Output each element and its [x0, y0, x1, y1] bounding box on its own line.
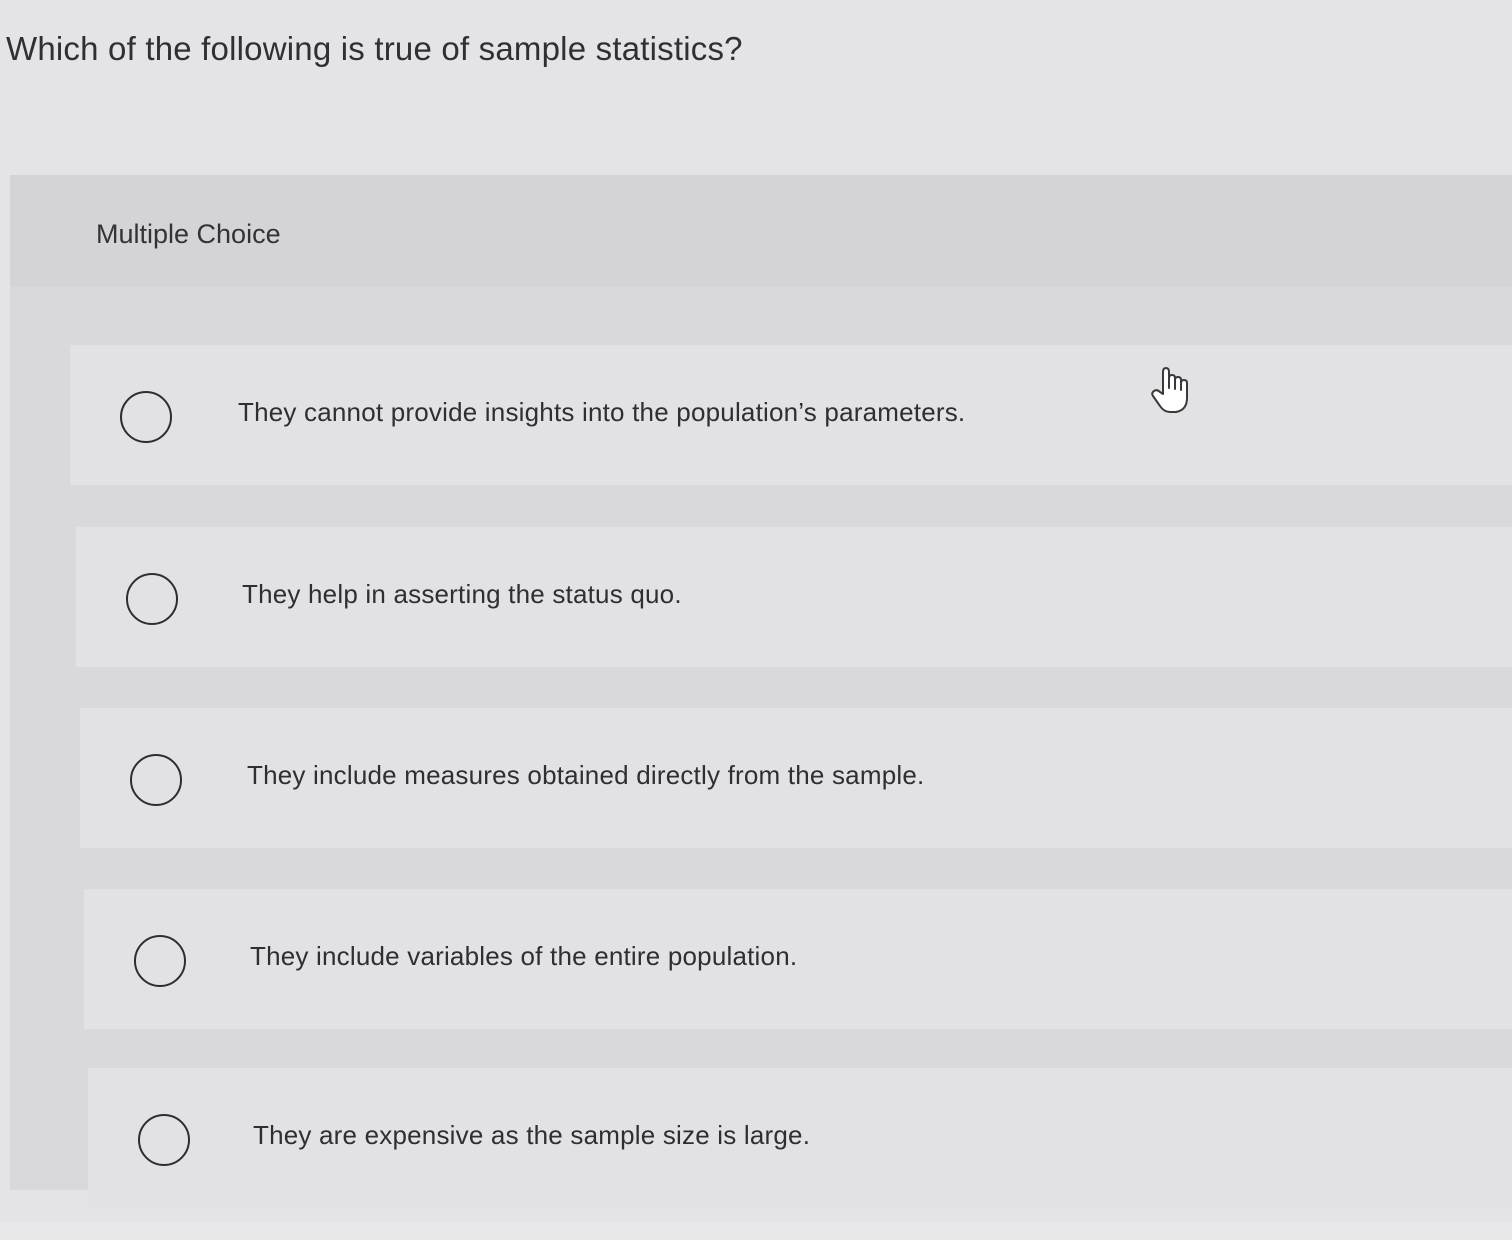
page-bottom-strip	[0, 1222, 1512, 1240]
answer-option-1[interactable]: They cannot provide insights into the po…	[70, 345, 1512, 485]
radio-button-2[interactable]	[126, 573, 178, 625]
multiple-choice-panel: Multiple Choice	[10, 175, 1512, 1190]
answer-option-5[interactable]: They are expensive as the sample size is…	[88, 1068, 1512, 1208]
radio-button-4[interactable]	[134, 935, 186, 987]
answer-option-2-label: They help in asserting the status quo.	[242, 579, 682, 609]
radio-button-5[interactable]	[138, 1114, 190, 1166]
answer-option-3-label: They include measures obtained directly …	[247, 760, 925, 790]
multiple-choice-label: Multiple Choice	[96, 219, 281, 249]
answer-option-3[interactable]: They include measures obtained directly …	[80, 708, 1512, 848]
answer-option-4-label: They include variables of the entire pop…	[250, 941, 798, 971]
radio-button-1[interactable]	[120, 391, 172, 443]
answer-option-2[interactable]: They help in asserting the status quo.	[76, 527, 1512, 667]
answer-option-5-label: They are expensive as the sample size is…	[253, 1120, 811, 1150]
radio-button-3[interactable]	[130, 754, 182, 806]
multiple-choice-header: Multiple Choice	[10, 175, 1512, 287]
answer-option-1-label: They cannot provide insights into the po…	[238, 397, 966, 427]
hand-pointer-icon	[1148, 364, 1192, 416]
answer-option-4[interactable]: They include variables of the entire pop…	[84, 889, 1512, 1029]
question-text: Which of the following is true of sample…	[6, 30, 743, 67]
